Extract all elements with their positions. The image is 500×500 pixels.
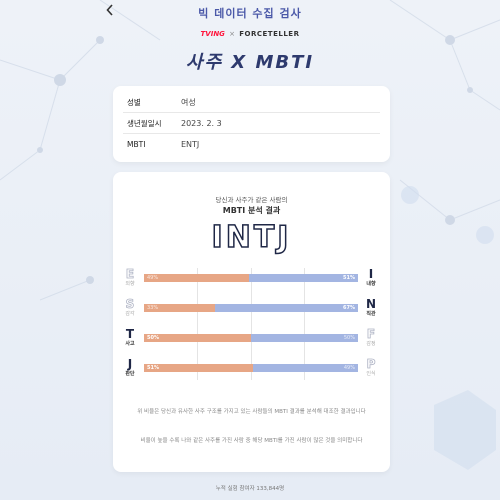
right-word: 감정 xyxy=(366,341,376,347)
info-label: 생년월일시 xyxy=(127,118,162,128)
forceteller-logo: FORCETELLER xyxy=(239,30,300,38)
left-letter-label: T 사고 xyxy=(121,328,139,348)
bar-left-segment: 51% xyxy=(144,364,254,372)
left-percent: 50% xyxy=(147,335,159,341)
left-percent: 33% xyxy=(147,305,159,311)
right-word: 인식 xyxy=(366,371,376,377)
right-letter: P xyxy=(366,357,376,371)
participant-count: 누적 실험 참여자 133,844명 xyxy=(215,486,285,492)
brand-separator: × xyxy=(229,30,236,38)
right-letter: I xyxy=(368,267,374,281)
left-letter-label: E 외향 xyxy=(121,267,139,288)
right-letter-label: I 내향 xyxy=(362,268,380,288)
right-percent: 67% xyxy=(343,305,355,311)
result-heading: MBTI 분석 결과 xyxy=(222,206,281,215)
left-letter: S xyxy=(125,297,135,311)
ratio-bar: 51% 49% xyxy=(144,364,358,372)
tving-logo: TVING xyxy=(200,30,225,38)
ratio-bar: 33% 67% xyxy=(144,304,358,312)
result-note-2: 비율이 높을 수록 나와 같은 사주를 가진 사람 중 해당 MBTI를 가진 … xyxy=(140,438,363,444)
bar-left-segment: 33% xyxy=(144,304,215,312)
right-letter-label: P 인식 xyxy=(362,357,380,378)
result-subtitle: 당신과 사주가 같은 사람의 xyxy=(215,196,288,204)
right-letter-label: F 감정 xyxy=(362,327,380,348)
info-row-gender: 성별 여성 xyxy=(123,92,380,113)
app-header: 빅 데이터 수집 검사 xyxy=(0,0,500,26)
dimension-row-ei: E 외향 49% 51% I 내향 xyxy=(113,267,390,292)
right-letter: F xyxy=(366,327,376,341)
info-label: 성별 xyxy=(127,97,141,107)
bar-right-segment: 67% xyxy=(214,304,358,312)
left-letter: T xyxy=(125,327,135,341)
left-word: 감각 xyxy=(125,311,135,317)
left-percent: 49% xyxy=(147,275,159,281)
bar-left-segment: 49% xyxy=(144,274,249,282)
left-letter: J xyxy=(127,357,133,371)
right-word: 내향 xyxy=(366,281,376,287)
bar-right-segment: 50% xyxy=(251,334,358,342)
dimension-row-jp: J 판단 51% 49% P 인식 xyxy=(113,357,390,382)
bar-left-segment: 50% xyxy=(144,334,251,342)
right-percent: 51% xyxy=(343,275,355,281)
right-letter-label: N 직관 xyxy=(362,298,380,318)
page-title: 빅 데이터 수집 검사 xyxy=(198,7,302,20)
ratio-bar: 50% 50% xyxy=(144,334,358,342)
dimension-row-tf: T 사고 50% 50% F 감정 xyxy=(113,327,390,352)
info-row-birthdate: 생년월일시 2023. 2. 3 xyxy=(123,113,380,134)
result-note-1: 위 비율은 당신과 유사한 사주 구조를 가지고 있는 사람들의 MBTI 결과… xyxy=(137,409,366,415)
user-info-card: 성별 여성 생년월일시 2023. 2. 3 MBTI ENTJ xyxy=(113,86,390,162)
dimension-row-sn: S 감각 33% 67% N 직관 xyxy=(113,297,390,322)
bar-right-segment: 51% xyxy=(248,274,358,282)
mbti-result-card: 당신과 사주가 같은 사람의 MBTI 분석 결과 INTJ E 외향 49% … xyxy=(113,172,390,472)
left-letter: E xyxy=(125,267,135,281)
info-value: ENTJ xyxy=(181,140,200,149)
left-word: 사고 xyxy=(125,341,135,347)
result-mbti-type: INTJ xyxy=(211,219,292,256)
left-letter-label: J 판단 xyxy=(121,358,139,378)
bar-right-segment: 49% xyxy=(253,364,358,372)
right-percent: 49% xyxy=(343,365,355,371)
right-word: 직관 xyxy=(366,311,376,317)
brand-logos: TVING × FORCETELLER xyxy=(0,30,500,38)
left-word: 외향 xyxy=(125,281,135,287)
left-percent: 51% xyxy=(147,365,159,371)
info-row-mbti: MBTI ENTJ xyxy=(123,134,380,155)
info-label: MBTI xyxy=(127,140,146,149)
right-percent: 50% xyxy=(343,335,355,341)
left-word: 판단 xyxy=(125,371,135,377)
info-value: 2023. 2. 3 xyxy=(181,118,222,128)
right-letter: N xyxy=(365,297,377,311)
ratio-bar: 49% 51% xyxy=(144,274,358,282)
hero-title: 사주 X MBTI xyxy=(185,52,315,73)
left-letter-label: S 감각 xyxy=(121,297,139,318)
mbti-dimension-chart: E 외향 49% 51% I 내향 S 감각 33% 67% N 직관 T 사고… xyxy=(113,267,390,388)
info-value: 여성 xyxy=(181,97,196,107)
